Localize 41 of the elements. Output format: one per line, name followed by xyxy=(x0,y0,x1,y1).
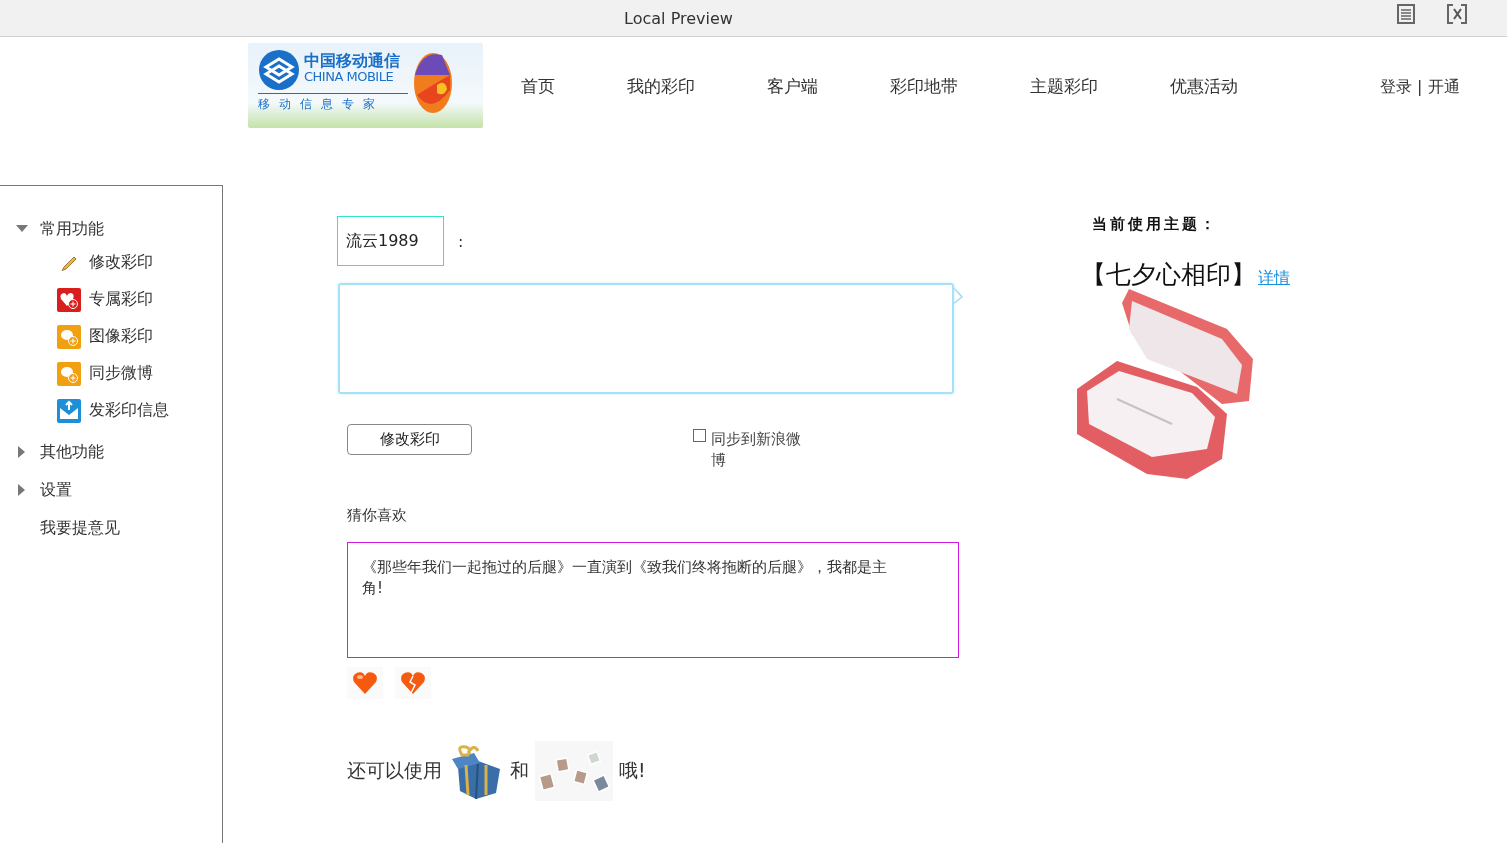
nav-link[interactable]: 首页 xyxy=(521,75,555,98)
sidebar-item[interactable]: 同步微博 xyxy=(89,363,153,384)
user-name-field[interactable]: 流云1989 xyxy=(337,216,444,266)
envelope-icon[interactable] xyxy=(57,398,81,423)
nav-link[interactable]: 彩印地带 xyxy=(890,75,958,98)
theme-label: 当前使用主题： xyxy=(1092,215,1219,234)
sync-label: 同步到新浪微博 xyxy=(711,429,802,471)
sidebar-item[interactable]: 修改彩印 xyxy=(89,252,153,273)
sidebar-item[interactable]: 常用功能 xyxy=(40,218,104,240)
nav-link[interactable]: 优惠活动 xyxy=(1170,75,1238,98)
section-title: 猜你喜欢 xyxy=(347,506,408,525)
sync-checkbox[interactable] xyxy=(693,429,706,442)
logo-text: 中国移动通信 xyxy=(304,52,400,70)
sidebar-item[interactable]: 设置 xyxy=(40,479,72,501)
heart-plus-icon[interactable] xyxy=(57,287,81,312)
sidebar-item[interactable]: 发彩印信息 xyxy=(89,400,169,421)
logo-slogan: 移动信息专家 xyxy=(258,93,408,113)
message-input-field[interactable] xyxy=(338,283,954,394)
logo-icon xyxy=(258,49,300,91)
login-register-link[interactable]: 登录 | 开通 xyxy=(1380,77,1460,98)
colon-text: : xyxy=(458,231,464,251)
sidebar-item[interactable]: 图像彩印 xyxy=(89,326,153,347)
list-icon[interactable] xyxy=(1397,4,1415,24)
details-link[interactable]: 详情 xyxy=(1258,268,1290,289)
logo-banner[interactable]: 中国移动通信 CHINA MOBILE 移动信息专家 xyxy=(248,43,483,128)
theme-name: 【七夕心相印】 xyxy=(1081,259,1256,291)
nav-link[interactable]: 主题彩印 xyxy=(1030,75,1098,98)
sidebar-item[interactable]: 其他功能 xyxy=(40,441,104,463)
x-document-icon[interactable] xyxy=(1447,4,1467,24)
also-text: 还可以使用 xyxy=(347,758,442,783)
logo-text: CHINA MOBILE xyxy=(304,69,394,84)
suggestion-text: 《那些年我们一起拖过的后腿》一直演到《致我们终将拖断的后腿》，我都是主角! xyxy=(347,542,959,658)
sidebar-item[interactable]: 我要提意见 xyxy=(40,517,120,539)
modify-button[interactable]: 修改彩印 xyxy=(347,424,472,455)
photo-collage-icon[interactable] xyxy=(535,741,613,801)
also-text: 和 xyxy=(510,758,529,783)
window-title: Local Preview xyxy=(624,8,733,28)
nav-link[interactable]: 我的彩印 xyxy=(627,75,695,98)
nav-link[interactable]: 客户端 xyxy=(767,75,818,98)
also-text: 哦! xyxy=(619,758,646,783)
sidebar-item[interactable]: 专属彩印 xyxy=(89,289,153,310)
